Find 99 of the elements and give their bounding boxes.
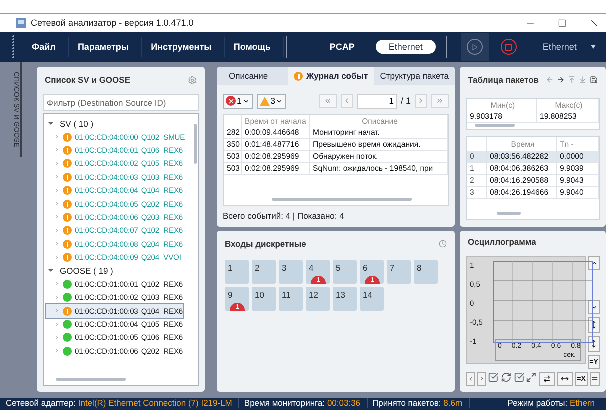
input-number: 14	[363, 290, 372, 300]
settings-icon[interactable]	[188, 76, 197, 84]
tab[interactable]: Журнал событ	[288, 67, 374, 85]
caret-icon	[54, 281, 60, 288]
input-number: 5	[336, 263, 341, 273]
equal-button[interactable]	[590, 372, 600, 386]
status-item: Принято пакетов: 8.6m	[372, 398, 470, 408]
event-summary: Всего событий: 4 | Показано: 4	[223, 211, 346, 221]
caret-icon	[276, 98, 284, 104]
status-item: Сетевой адаптер: Intel(R) Ethernet Connection (7) I219-LM	[6, 398, 240, 408]
checkbox-icon[interactable]	[488, 372, 499, 383]
arrow-right-icon[interactable]	[557, 76, 565, 84]
stop-icon	[500, 39, 517, 55]
tree-group[interactable]: SV ( 10 )	[46, 117, 94, 130]
checkbox-icon[interactable]	[514, 372, 524, 383]
mode-toggle[interactable]: Ethernet	[376, 40, 436, 54]
zoom-out-y-button[interactable]	[588, 336, 600, 352]
close-icon[interactable]	[589, 18, 600, 28]
zoom-out-x-button[interactable]	[557, 372, 573, 386]
caret-icon	[54, 254, 60, 261]
status-item: Режим работы: Ethern	[508, 398, 596, 408]
caret-icon	[54, 188, 60, 194]
double-chevron-left-icon	[324, 97, 332, 105]
chevron-left-icon	[468, 376, 474, 382]
chevron-right-icon	[417, 97, 425, 105]
equal-icon	[591, 375, 599, 383]
panel-title: Список SV и GOOSE	[45, 75, 130, 85]
panel-title: Входы дискретные	[225, 239, 306, 249]
tree-group[interactable]: GOOSE ( 19 )	[46, 264, 114, 278]
page-field[interactable]: 1	[356, 94, 397, 108]
caret-icon	[590, 45, 596, 49]
input-number: 13	[336, 290, 346, 300]
filter-field[interactable]: Фильтр (Destination Source ID)	[43, 94, 199, 111]
chevron-up-icon	[590, 260, 598, 266]
scrollbar	[497, 212, 521, 215]
menu-item[interactable]: Файл	[23, 37, 69, 57]
save-icon[interactable]	[590, 76, 598, 84]
error-icon	[226, 96, 236, 106]
tab[interactable]: Описание	[217, 67, 288, 85]
arrow-down-icon[interactable]	[579, 76, 587, 84]
warning-icon	[260, 96, 270, 106]
caret-icon	[54, 228, 60, 234]
input-number: 12	[309, 290, 318, 300]
tab[interactable]: Структура пакета	[374, 67, 455, 85]
input-number: 1	[228, 263, 233, 273]
input-number: 6	[363, 263, 368, 273]
menu-item[interactable]: Помощь	[224, 37, 284, 57]
caret-icon	[54, 160, 60, 167]
warning-icon	[294, 72, 304, 80]
vertical-arrows-icon	[590, 340, 598, 348]
input-number: 8	[417, 263, 422, 273]
caret-icon	[54, 294, 60, 301]
chevron-right-icon	[478, 376, 484, 382]
panel-title: Таблица пакетов	[468, 75, 539, 85]
status-item: Время мониторинга: 00:03:36	[244, 398, 368, 408]
caret-icon	[242, 98, 250, 104]
input-number: 4	[309, 263, 314, 273]
input-number: 9	[228, 290, 233, 300]
scrollbar	[475, 124, 515, 127]
vertical-arrows-icon	[590, 321, 598, 329]
input-number: 2	[255, 263, 260, 273]
play-icon	[466, 39, 483, 55]
horizontal-arrows-icon	[561, 375, 569, 383]
input-number: 11	[282, 290, 291, 300]
caret-icon	[54, 174, 60, 180]
interface-dropdown[interactable]: Ethernet	[536, 41, 602, 53]
caret-icon	[48, 122, 54, 126]
scroll-left-button[interactable]	[466, 372, 475, 386]
caret-icon	[48, 269, 54, 272]
app-icon	[16, 18, 26, 28]
menu-item[interactable]: Параметры	[68, 37, 142, 57]
window-title: Сетевой анализатор - версия 1.0.471.0	[31, 18, 195, 28]
menu-item[interactable]: Инструменты	[142, 37, 225, 57]
page-count: / 1	[400, 96, 411, 106]
input-number: 3	[282, 263, 287, 273]
expand-icon[interactable]	[526, 372, 537, 383]
scroll-up-button[interactable]	[588, 256, 600, 270]
scrollbar	[56, 378, 126, 381]
arrow-up-icon[interactable]	[568, 76, 576, 84]
mode-toggle[interactable]: PCAP	[316, 40, 368, 54]
refresh-icon[interactable]	[500, 372, 512, 383]
clock-icon[interactable]	[439, 240, 447, 248]
caret-icon	[54, 308, 60, 314]
zoom-in-y-button[interactable]	[588, 317, 600, 333]
maximize-icon[interactable]	[558, 18, 567, 28]
arrow-left-icon[interactable]	[546, 76, 554, 84]
input-number: 7	[390, 263, 395, 273]
caret-icon	[54, 348, 60, 354]
chevron-down-icon	[590, 304, 598, 310]
grip-handle[interactable]	[12, 35, 15, 59]
input-number: 10	[255, 290, 264, 300]
caret-icon	[54, 241, 60, 248]
zoom-in-x-button[interactable]	[539, 372, 555, 386]
error-filter-dropdown[interactable]: 1	[223, 94, 253, 108]
panel-title: Осциллограмма	[468, 237, 536, 247]
warning-filter-dropdown[interactable]: 3	[256, 94, 286, 108]
scroll-right-button[interactable]	[477, 372, 486, 386]
horizontal-arrows-icon	[543, 375, 551, 383]
double-chevron-right-icon	[436, 97, 444, 105]
